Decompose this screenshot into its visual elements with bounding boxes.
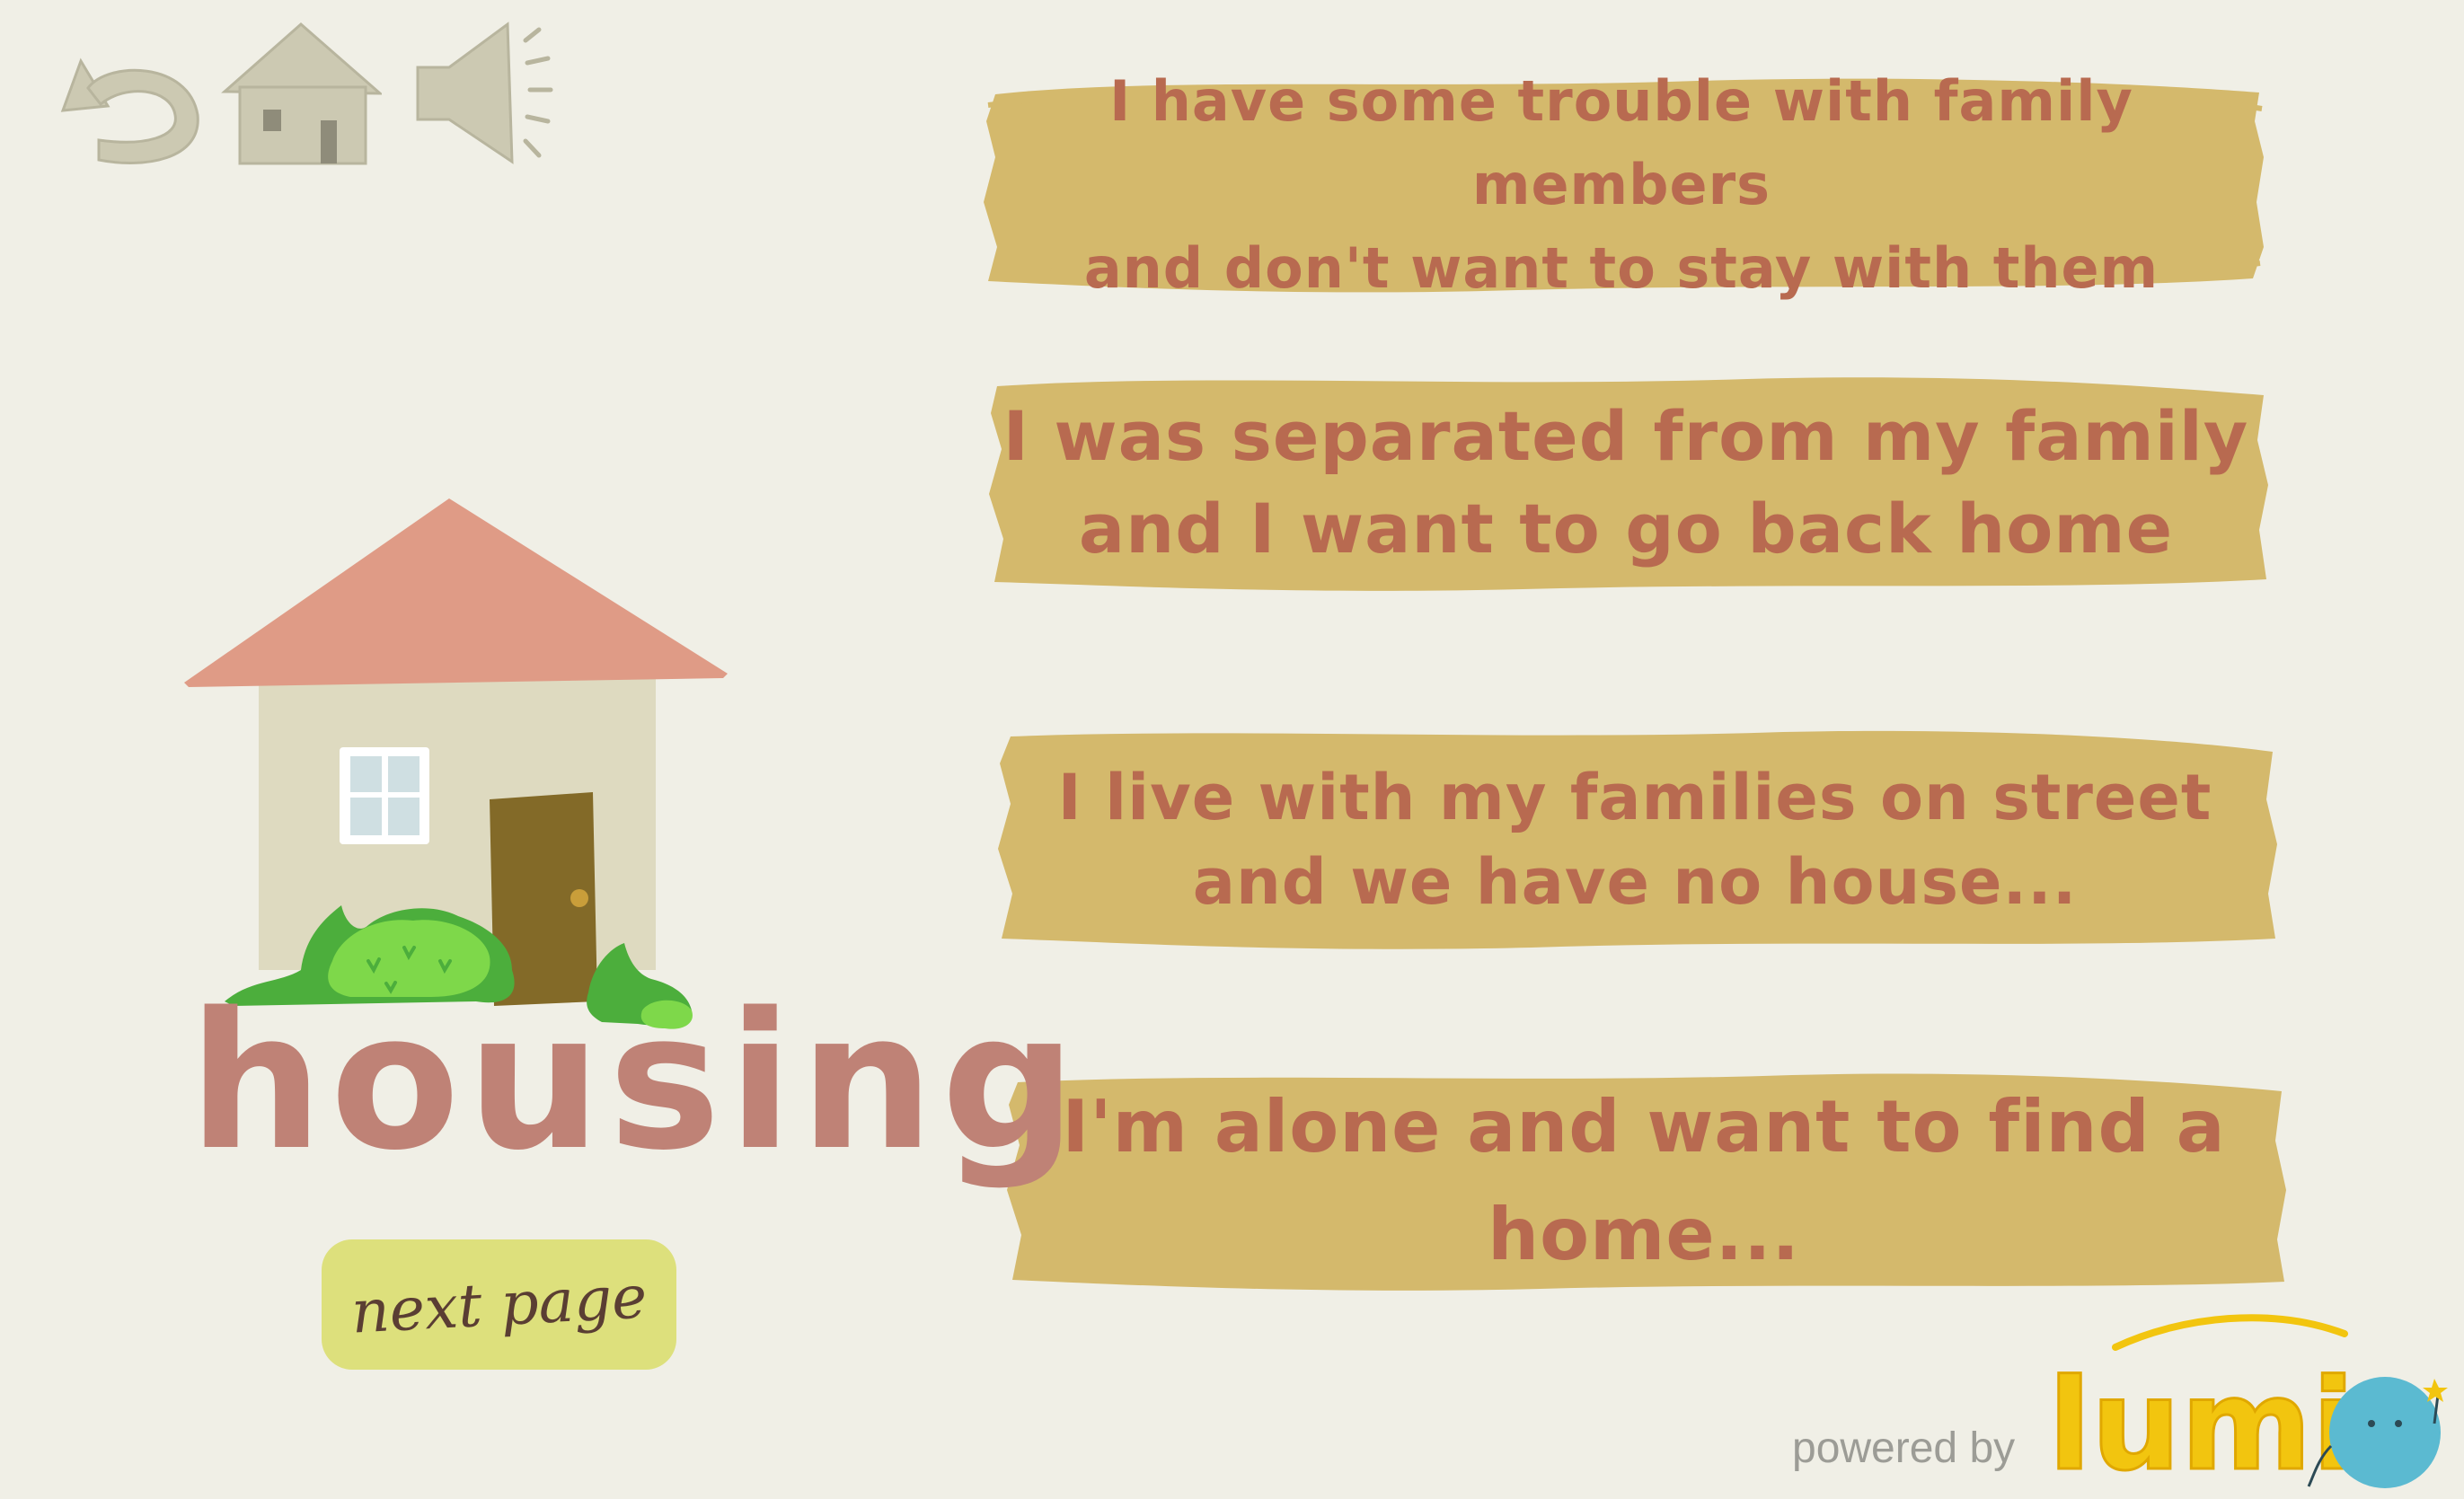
sound-button[interactable]: [409, 13, 561, 171]
back-button[interactable]: [45, 25, 207, 169]
option-label: I have some trouble with family members …: [1083, 67, 2159, 301]
option-label: I live with my families on street and we…: [1057, 760, 2212, 920]
option-label: I was separated from my family and I wan…: [1002, 395, 2249, 569]
option-family-trouble[interactable]: I have some trouble with family members …: [979, 67, 2264, 301]
house-icon: [221, 22, 382, 165]
undo-arrow-icon: [60, 57, 199, 164]
category-title: housing: [189, 972, 1084, 1192]
next-page-button[interactable]: next page: [322, 1239, 676, 1370]
option-alone-find-home[interactable]: I'm alone and want to find a home...: [1002, 1064, 2286, 1298]
option-living-on-street[interactable]: I live with my families on street and we…: [993, 723, 2277, 957]
speaker-icon: [416, 22, 553, 164]
powered-by-label: powered by: [1792, 1424, 2016, 1472]
house-with-bushes-illustration: [180, 494, 737, 1051]
svg-text:lumi: lumi: [2048, 1353, 2355, 1495]
lumi-logo: lumi: [2039, 1311, 2452, 1499]
option-separated-from-family[interactable]: I was separated from my family and I wan…: [984, 368, 2268, 597]
home-button[interactable]: [220, 20, 382, 168]
next-page-label: next page: [349, 1262, 649, 1347]
option-label: I'm alone and want to find a home...: [1062, 1085, 2226, 1276]
